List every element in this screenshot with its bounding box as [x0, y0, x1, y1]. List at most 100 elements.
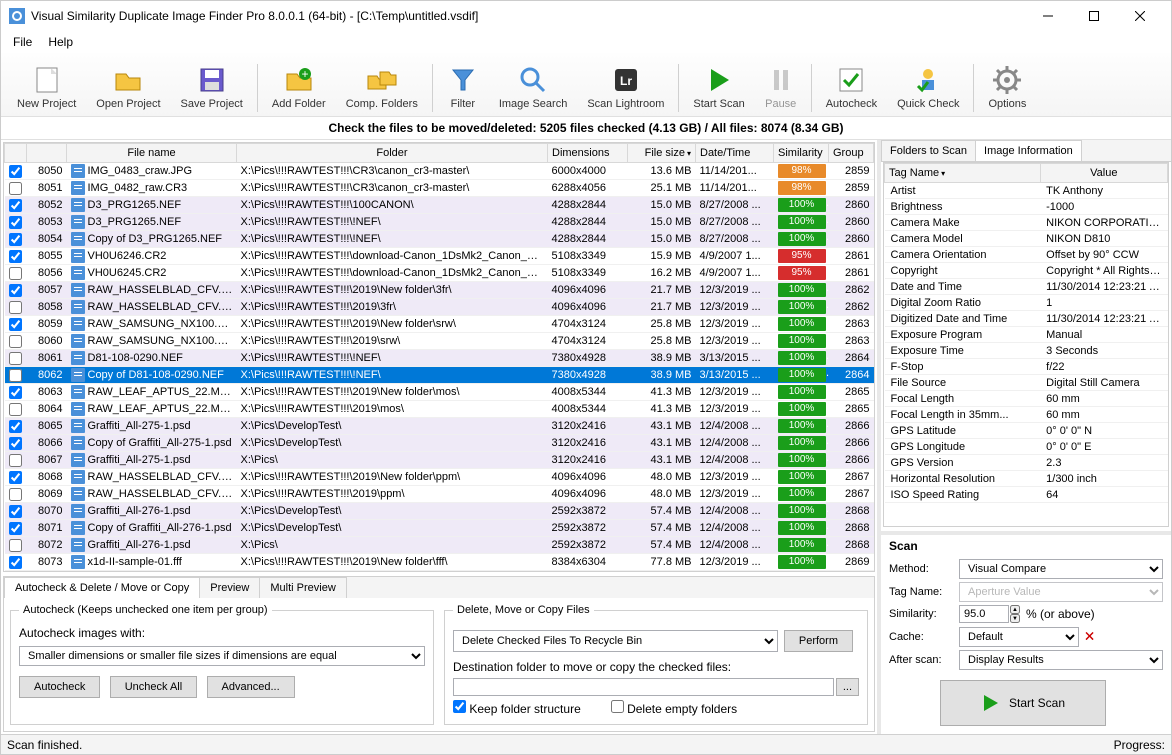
- table-row[interactable]: 8052D3_PRG1265.NEFX:\Pics\!!!RAWTEST!!!\…: [5, 197, 874, 214]
- tab-folders-to-scan[interactable]: Folders to Scan: [881, 140, 976, 161]
- table-row[interactable]: 8070Graffiti_All-276-1.psdX:\Pics\Develo…: [5, 503, 874, 520]
- row-checkbox[interactable]: [9, 352, 22, 365]
- table-row[interactable]: 8059RAW_SAMSUNG_NX100.SRWX:\Pics\!!!RAWT…: [5, 316, 874, 333]
- toolbar-filter[interactable]: Filter: [437, 54, 489, 112]
- property-row[interactable]: Camera ModelNIKON D810: [885, 231, 1168, 247]
- destination-input[interactable]: [453, 678, 834, 696]
- col-folder[interactable]: Folder: [237, 144, 548, 163]
- table-row[interactable]: 8051IMG_0482_raw.CR3X:\Pics\!!!RAWTEST!!…: [5, 180, 874, 197]
- row-checkbox[interactable]: [9, 267, 22, 280]
- col-value[interactable]: Value: [1040, 164, 1167, 183]
- table-row[interactable]: 8063RAW_LEAF_APTUS_22.MOSX:\Pics\!!!RAWT…: [5, 384, 874, 401]
- scan-cache-select[interactable]: Default: [959, 627, 1079, 647]
- table-row[interactable]: 8061D81-108-0290.NEFX:\Pics\!!!RAWTEST!!…: [5, 350, 874, 367]
- scan-similarity-input[interactable]: [959, 605, 1009, 623]
- row-checkbox[interactable]: [9, 165, 22, 178]
- row-checkbox[interactable]: [9, 301, 22, 314]
- property-row[interactable]: GPS Latitude0° 0' 0" N: [885, 423, 1168, 439]
- row-checkbox[interactable]: [9, 471, 22, 484]
- row-checkbox[interactable]: [9, 420, 22, 433]
- table-row[interactable]: 8065Graffiti_All-275-1.psdX:\Pics\Develo…: [5, 418, 874, 435]
- row-checkbox[interactable]: [9, 539, 22, 552]
- col-date-time[interactable]: Date/Time: [696, 144, 774, 163]
- start-scan-button[interactable]: Start Scan: [940, 680, 1106, 726]
- results-grid[interactable]: File nameFolderDimensionsFile sizeDate/T…: [3, 142, 875, 572]
- row-checkbox[interactable]: [9, 369, 22, 382]
- table-row[interactable]: 8055VH0U6246.CR2X:\Pics\!!!RAWTEST!!!\do…: [5, 248, 874, 265]
- table-row[interactable]: 8054Copy of D3_PRG1265.NEFX:\Pics\!!!RAW…: [5, 231, 874, 248]
- toolbar-quick-check[interactable]: Quick Check: [887, 54, 969, 112]
- row-checkbox[interactable]: [9, 556, 22, 569]
- tab-multi-preview[interactable]: Multi Preview: [259, 577, 346, 598]
- table-row[interactable]: 8053D3_PRG1265.NEFX:\Pics\!!!RAWTEST!!!\…: [5, 214, 874, 231]
- tab-image-information[interactable]: Image Information: [975, 140, 1082, 161]
- col-tag-name[interactable]: Tag Name: [885, 164, 1041, 183]
- similarity-up[interactable]: ▲: [1010, 605, 1020, 614]
- advanced-button[interactable]: Advanced...: [207, 676, 295, 698]
- autocheck-button[interactable]: Autocheck: [19, 676, 100, 698]
- property-row[interactable]: Camera MakeNIKON CORPORATION: [885, 215, 1168, 231]
- menu-file[interactable]: File: [5, 33, 40, 51]
- col-similarity[interactable]: Similarity: [774, 144, 829, 163]
- row-checkbox[interactable]: [9, 403, 22, 416]
- col-group[interactable]: Group: [829, 144, 874, 163]
- toolbar-image-search[interactable]: Image Search: [489, 54, 577, 112]
- property-row[interactable]: CopyrightCopyright * All Rights R...: [885, 263, 1168, 279]
- tab-autocheck-delete-move-or-copy[interactable]: Autocheck & Delete / Move or Copy: [4, 577, 200, 598]
- property-row[interactable]: Focal Length in 35mm...60 mm: [885, 407, 1168, 423]
- table-row[interactable]: 8066Copy of Graffiti_All-275-1.psdX:\Pic…: [5, 435, 874, 452]
- col-chk[interactable]: [27, 144, 67, 163]
- col-chk[interactable]: [5, 144, 27, 163]
- row-checkbox[interactable]: [9, 505, 22, 518]
- property-row[interactable]: Exposure ProgramManual: [885, 327, 1168, 343]
- property-row[interactable]: ISO Speed Rating64: [885, 487, 1168, 503]
- row-checkbox[interactable]: [9, 199, 22, 212]
- table-row[interactable]: 8050IMG_0483_craw.JPGX:\Pics\!!!RAWTEST!…: [5, 163, 874, 180]
- table-row[interactable]: 8068RAW_HASSELBLAD_CFV.PPMX:\Pics\!!!RAW…: [5, 469, 874, 486]
- property-row[interactable]: Digital Zoom Ratio1: [885, 295, 1168, 311]
- row-checkbox[interactable]: [9, 216, 22, 229]
- tab-preview[interactable]: Preview: [199, 577, 260, 598]
- table-row[interactable]: 8067Graffiti_All-275-1.psdX:\Pics\3120x2…: [5, 452, 874, 469]
- table-row[interactable]: 8071Copy of Graffiti_All-276-1.psdX:\Pic…: [5, 520, 874, 537]
- table-row[interactable]: 8058RAW_HASSELBLAD_CFV.3FRX:\Pics\!!!RAW…: [5, 299, 874, 316]
- table-row[interactable]: 8056VH0U6245.CR2X:\Pics\!!!RAWTEST!!!\do…: [5, 265, 874, 282]
- scan-method-select[interactable]: Visual Compare: [959, 559, 1163, 579]
- browse-button[interactable]: ...: [836, 678, 859, 696]
- toolbar-save-project[interactable]: Save Project: [171, 54, 253, 112]
- property-row[interactable]: Focal Length60 mm: [885, 391, 1168, 407]
- uncheck-all-button[interactable]: Uncheck All: [110, 676, 197, 698]
- row-checkbox[interactable]: [9, 250, 22, 263]
- property-row[interactable]: Horizontal Resolution1/300 inch: [885, 471, 1168, 487]
- table-row[interactable]: 8062Copy of D81-108-0290.NEFX:\Pics\!!!R…: [5, 367, 874, 384]
- col-file-size[interactable]: File size: [628, 144, 696, 163]
- row-checkbox[interactable]: [9, 233, 22, 246]
- keep-folder-checkbox[interactable]: Keep folder structure: [453, 700, 581, 716]
- property-row[interactable]: File SourceDigital Still Camera: [885, 375, 1168, 391]
- similarity-down[interactable]: ▼: [1010, 614, 1020, 623]
- scan-after-select[interactable]: Display Results: [959, 650, 1163, 670]
- toolbar-autocheck[interactable]: Autocheck: [816, 54, 887, 112]
- clear-cache-icon[interactable]: 🗙: [1085, 626, 1094, 647]
- delete-empty-checkbox[interactable]: Delete empty folders: [611, 700, 737, 716]
- table-row[interactable]: 8073x1d-II-sample-01.fffX:\Pics\!!!RAWTE…: [5, 554, 874, 571]
- row-checkbox[interactable]: [9, 386, 22, 399]
- row-checkbox[interactable]: [9, 182, 22, 195]
- col-file-name[interactable]: File name: [67, 144, 237, 163]
- toolbar-open-project[interactable]: Open Project: [86, 54, 170, 112]
- table-row[interactable]: 8069RAW_HASSELBLAD_CFV.PPMX:\Pics\!!!RAW…: [5, 486, 874, 503]
- table-row[interactable]: 8074x1d-II-sample-01.fffX:\Pics\!!!RAWTE…: [5, 571, 874, 573]
- image-info-panel[interactable]: Tag NameValue ArtistTK AnthonyBrightness…: [883, 162, 1169, 527]
- col-dimensions[interactable]: Dimensions: [548, 144, 628, 163]
- autocheck-mode-select[interactable]: Smaller dimensions or smaller file sizes…: [19, 646, 425, 666]
- property-row[interactable]: GPS Longitude0° 0' 0" E: [885, 439, 1168, 455]
- row-checkbox[interactable]: [9, 488, 22, 501]
- toolbar-scan-lightroom[interactable]: LrScan Lightroom: [577, 54, 674, 112]
- property-row[interactable]: Digitized Date and Time11/30/2014 12:23:…: [885, 311, 1168, 327]
- toolbar-comp-folders[interactable]: Comp. Folders: [336, 54, 428, 112]
- property-row[interactable]: Camera OrientationOffset by 90° CCW: [885, 247, 1168, 263]
- table-row[interactable]: 8072Graffiti_All-276-1.psdX:\Pics\2592x3…: [5, 537, 874, 554]
- table-row[interactable]: 8057RAW_HASSELBLAD_CFV.3FRX:\Pics\!!!RAW…: [5, 282, 874, 299]
- row-checkbox[interactable]: [9, 284, 22, 297]
- table-row[interactable]: 8064RAW_LEAF_APTUS_22.MOSX:\Pics\!!!RAWT…: [5, 401, 874, 418]
